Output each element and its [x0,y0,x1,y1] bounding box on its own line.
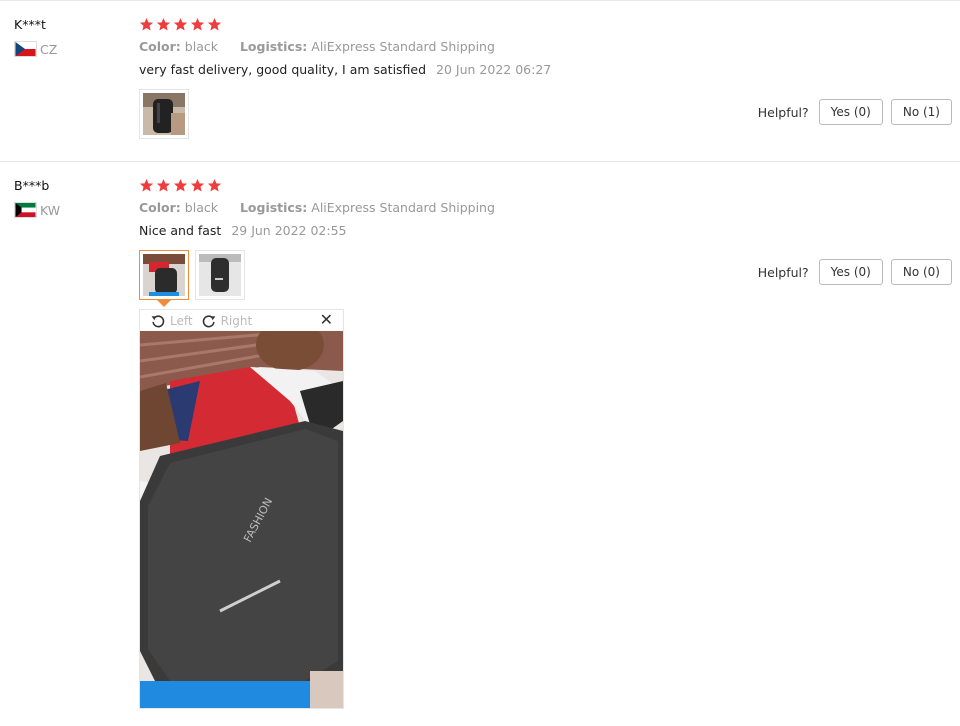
color-label: Color: [139,39,181,54]
logistics-value: AliExpress Standard Shipping [311,200,495,215]
star-icon [156,178,171,191]
review-photo-thumb[interactable] [139,89,189,139]
reviewer-country: KW [14,202,60,218]
reviewer-info: B***b KW [14,178,60,218]
star-icon [207,178,222,191]
photo-image [199,254,241,296]
review-date: 29 Jun 2022 02:55 [231,223,347,238]
review-date: 20 Jun 2022 06:27 [436,62,552,77]
rotate-left-button[interactable]: Left [150,313,193,329]
reviewer-name: B***b [14,178,50,193]
logistics-value: AliExpress Standard Shipping [311,39,495,54]
logistics-label: Logistics: [239,39,308,54]
review-photo-thumb[interactable] [195,250,245,300]
reviewer-info: K***t CZ [14,17,57,57]
color-value: black [184,200,218,215]
review-photo-thumb-selected[interactable] [139,250,189,307]
helpful-label: Helpful? [757,264,809,280]
photo-viewer: Left Right ✕ FASHION [139,309,344,709]
rotate-left-label: Left [170,313,193,328]
flag-kw-icon [14,202,37,218]
review-body: very fast delivery, good quality, I am s… [139,62,427,77]
star-icon [173,17,188,30]
helpful-no-button[interactable]: No (0) [890,259,952,285]
star-icon [139,17,154,30]
rotate-right-icon [202,314,215,327]
helpful-yes-button[interactable]: Yes (0) [818,259,883,285]
color-value: black [184,39,218,54]
star-icon [173,178,188,191]
country-code: CZ [40,41,58,57]
review-item: B***b KW Color: black Logistics: AliExpr… [0,161,960,726]
close-icon[interactable]: ✕ [320,312,333,328]
rotate-right-button[interactable]: Right [201,313,253,329]
star-icon [190,17,205,30]
rotate-left-icon [151,314,165,327]
review-item: K***t CZ Color: black Logistics: AliExpr… [0,0,960,161]
review-meta: Color: black Logistics: AliExpress Stand… [139,39,939,54]
review-body: Nice and fast [139,223,222,238]
star-icon [156,17,171,30]
photo-image [143,254,185,296]
flag-cz-icon [14,41,37,57]
rotate-right-label: Right [220,313,253,328]
star-icon [207,17,222,30]
review-text: Nice and fast 29 Jun 2022 02:55 [139,223,939,238]
review-meta: Color: black Logistics: AliExpress Stand… [139,200,939,215]
photo-viewer-toolbar: Left Right ✕ [140,310,343,331]
photo-image [143,93,185,135]
review-text: very fast delivery, good quality, I am s… [139,62,939,77]
country-code: KW [40,202,61,218]
photo-viewer-image: FASHION [140,331,343,708]
helpful-label: Helpful? [757,104,809,120]
color-label: Color: [139,200,181,215]
star-rating [139,15,939,33]
helpful-yes-button[interactable]: Yes (0) [818,99,883,125]
star-icon [190,178,205,191]
reviewer-name: K***t [14,17,46,32]
star-icon [139,178,154,191]
helpful-votes: Helpful? Yes (0) No (1) [758,99,952,125]
logistics-label: Logistics: [239,200,308,215]
helpful-no-button[interactable]: No (1) [890,99,952,125]
reviewer-country: CZ [14,41,57,57]
star-rating [139,176,939,194]
helpful-votes: Helpful? Yes (0) No (0) [758,259,952,285]
